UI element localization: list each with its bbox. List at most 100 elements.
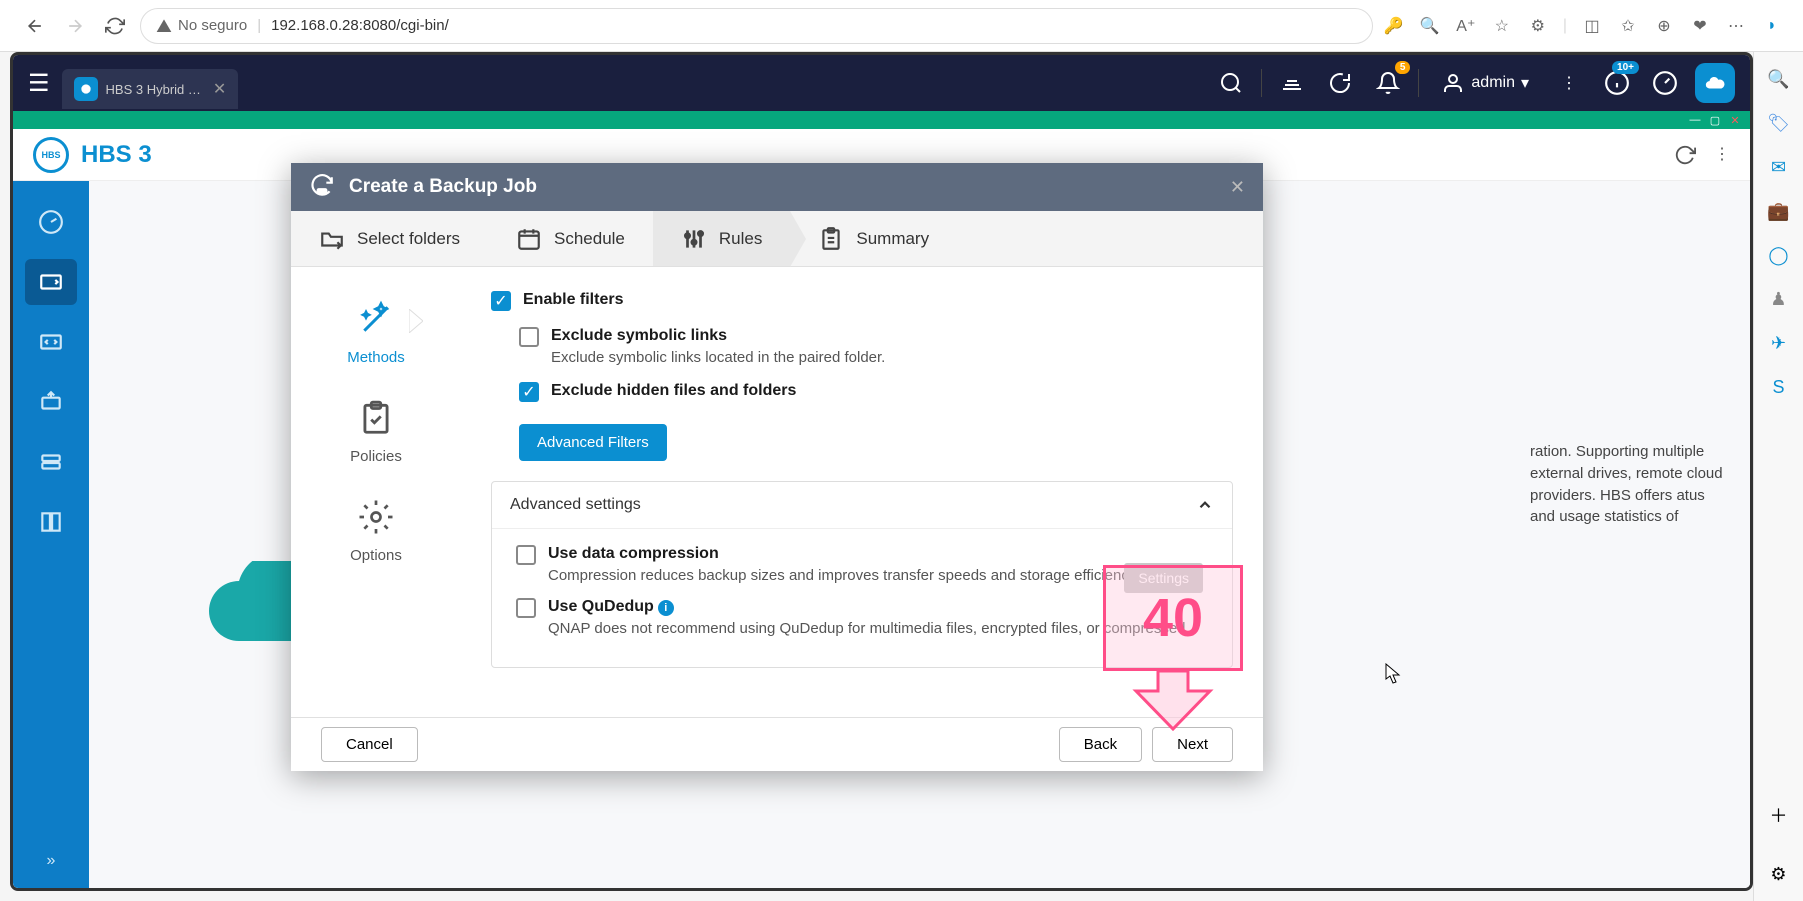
tab-title: HBS 3 Hybrid …	[106, 82, 201, 97]
side-policies[interactable]: Policies	[350, 396, 402, 465]
section-title: Advanced settings	[510, 496, 641, 514]
expand-nav-icon[interactable]: »	[47, 852, 56, 870]
modal-close-icon[interactable]: ✕	[1230, 177, 1245, 198]
compression-row: Use data compression Compression reduces…	[516, 545, 1208, 584]
exclude-symlinks-label: Exclude symbolic links	[551, 327, 885, 345]
cloud-button[interactable]	[1695, 63, 1735, 103]
user-menu[interactable]: admin ▾	[1431, 71, 1539, 95]
dashboard-icon[interactable]	[1647, 65, 1683, 101]
clipboard-check-icon	[354, 396, 398, 440]
search-icon[interactable]	[1213, 65, 1249, 101]
close-icon[interactable]: ✕	[1728, 113, 1742, 127]
browser-actions: 🔑 🔍 A⁺ ☆ ⚙ | ◫ ✩ ⊕ ❤ ⋯ ◗	[1383, 15, 1783, 37]
key-icon[interactable]: 🔑	[1383, 15, 1405, 37]
copilot-icon[interactable]: ◯	[1767, 243, 1791, 267]
nav-overview[interactable]	[25, 199, 77, 245]
profile-icon[interactable]: ◗	[1761, 15, 1783, 37]
nav-restore[interactable]	[25, 379, 77, 425]
read-aloud-icon[interactable]: A⁺	[1455, 15, 1477, 37]
tab-summary[interactable]: Summary	[790, 211, 957, 266]
telegram-icon[interactable]: ✈	[1767, 331, 1791, 355]
info-icon[interactable]: i	[658, 600, 674, 616]
favorite-icon[interactable]: ☆	[1491, 15, 1513, 37]
exclude-symlinks-checkbox[interactable]	[519, 327, 539, 347]
folder-icon	[319, 226, 345, 252]
cancel-button[interactable]: Cancel	[321, 727, 418, 762]
side-options[interactable]: Options	[350, 495, 402, 564]
qudedup-row: Use QuDedupi QNAP does not recommend usi…	[516, 598, 1208, 637]
side-methods[interactable]: Methods	[347, 297, 405, 366]
split-icon[interactable]: ◫	[1581, 15, 1603, 37]
modal-main: ✓ Enable filters Exclude symbolic links …	[461, 267, 1263, 717]
notif-badge: 5	[1395, 61, 1411, 74]
gear-icon	[354, 495, 398, 539]
advanced-settings-section: Advanced settings Use data compression C…	[491, 481, 1233, 668]
back-button[interactable]	[20, 11, 50, 41]
sliders-icon	[681, 226, 707, 252]
more-vert-icon[interactable]: ⋮	[1551, 65, 1587, 101]
backup-status-icon[interactable]	[1322, 65, 1358, 101]
exclude-symlinks-row: Exclude symbolic links Exclude symbolic …	[519, 327, 1233, 366]
security-label: No seguro	[178, 17, 247, 34]
tag-icon[interactable]: 🏷	[1767, 111, 1791, 135]
clipboard-icon	[818, 226, 844, 252]
collections-icon[interactable]: ⊕	[1653, 15, 1675, 37]
chess-icon[interactable]: ♟	[1767, 287, 1791, 311]
qudedup-checkbox[interactable]	[516, 598, 536, 618]
advanced-settings-header[interactable]: Advanced settings	[492, 482, 1232, 529]
compression-checkbox[interactable]	[516, 545, 536, 565]
chevron-down-icon: ▾	[1521, 73, 1529, 93]
tab-close-icon[interactable]: ✕	[213, 79, 226, 99]
advanced-filters-button[interactable]: Advanced Filters	[519, 424, 667, 461]
more-icon[interactable]: ⋯	[1725, 15, 1747, 37]
hbs-titlebar: — ▢ ✕	[13, 111, 1750, 129]
minimize-icon[interactable]: —	[1688, 113, 1702, 127]
wizard-tabs: Select folders Schedule Rules Summary	[291, 211, 1263, 267]
qudedup-label: Use QuDedupi	[548, 598, 1186, 616]
bg-description: ration. Supporting multiple external dri…	[1530, 441, 1730, 528]
compression-label: Use data compression	[548, 545, 1139, 563]
briefcase-icon[interactable]: 💼	[1767, 199, 1791, 223]
settings-icon[interactable]: ⚙	[1767, 862, 1791, 886]
zoom-icon[interactable]: 🔍	[1419, 15, 1441, 37]
tab-schedule[interactable]: Schedule	[488, 211, 653, 266]
settings-button-disabled: Settings	[1124, 563, 1203, 593]
nav-storage[interactable]	[25, 439, 77, 485]
app-tab[interactable]: HBS 3 Hybrid … ✕	[62, 69, 239, 109]
enable-filters-checkbox[interactable]: ✓	[491, 291, 511, 311]
tab-select-folders[interactable]: Select folders	[291, 211, 488, 266]
modal-title: Create a Backup Job	[349, 176, 537, 198]
enable-filters-label: Enable filters	[523, 291, 623, 309]
nav-backup[interactable]	[25, 259, 77, 305]
exclude-symlinks-desc: Exclude symbolic links located in the pa…	[551, 349, 885, 366]
exclude-hidden-checkbox[interactable]: ✓	[519, 382, 539, 402]
extensions-icon[interactable]: ⚙	[1527, 15, 1549, 37]
cursor-icon	[1385, 663, 1401, 685]
refresh-icon[interactable]	[1674, 144, 1696, 166]
help-badge: 10+	[1612, 61, 1639, 74]
address-bar[interactable]: No seguro | 192.168.0.28:8080/cgi-bin/	[140, 8, 1373, 44]
help-icon[interactable]: 10+	[1599, 65, 1635, 101]
app-window: ☰ HBS 3 Hybrid … ✕ 5 admin ▾ ⋮ 10+	[10, 52, 1753, 891]
add-icon[interactable]: ＋	[1767, 803, 1791, 827]
advanced-filters-row: Advanced Filters	[519, 418, 1233, 461]
back-button[interactable]: Back	[1059, 727, 1142, 762]
nav-logs[interactable]	[25, 499, 77, 545]
favorites-bar-icon[interactable]: ✩	[1617, 15, 1639, 37]
main-menu-icon[interactable]: ☰	[28, 69, 50, 98]
reload-button[interactable]	[100, 11, 130, 41]
forward-button[interactable]	[60, 11, 90, 41]
tab-rules[interactable]: Rules	[653, 211, 790, 266]
nav-sync[interactable]	[25, 319, 77, 365]
volume-icon[interactable]	[1274, 65, 1310, 101]
notifications-icon[interactable]: 5	[1370, 65, 1406, 101]
next-button[interactable]: Next	[1152, 727, 1233, 762]
search-icon[interactable]: 🔍	[1767, 67, 1791, 91]
maximize-icon[interactable]: ▢	[1708, 113, 1722, 127]
menu-vert-icon[interactable]: ⋮	[1714, 144, 1730, 166]
performance-icon[interactable]: ❤	[1689, 15, 1711, 37]
chevron-up-icon	[1196, 496, 1214, 514]
skype-icon[interactable]: S	[1767, 375, 1791, 399]
outlook-icon[interactable]: ✉	[1767, 155, 1791, 179]
create-backup-modal: Create a Backup Job ✕ Select folders Sch…	[291, 163, 1263, 771]
